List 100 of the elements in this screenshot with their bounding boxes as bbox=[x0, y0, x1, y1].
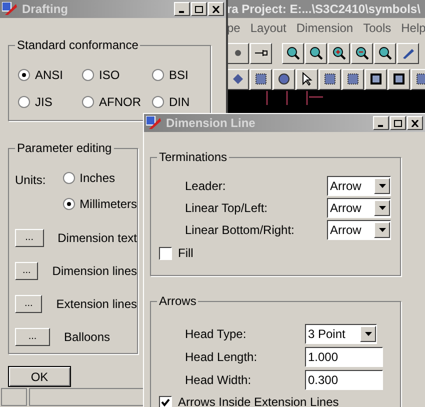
radio-button[interactable] bbox=[62, 172, 75, 184]
dropdown[interactable]: Arrow bbox=[327, 198, 391, 218]
group-title: Parameter editing bbox=[15, 141, 114, 155]
group-title: Arrows bbox=[157, 294, 198, 308]
checkbox-label: Arrows Inside Extension Lines bbox=[178, 394, 339, 407]
maximize-button[interactable] bbox=[191, 2, 207, 16]
radio-button[interactable] bbox=[62, 198, 75, 210]
menu-item[interactable]: Layout bbox=[250, 19, 286, 37]
radio-label: ANSI bbox=[35, 67, 64, 84]
magnifier-icon bbox=[309, 46, 323, 60]
circle-icon bbox=[277, 72, 291, 86]
close-icon bbox=[411, 120, 419, 126]
toolbar-button[interactable] bbox=[273, 68, 295, 90]
dropdown[interactable]: 3 Point bbox=[305, 324, 377, 344]
input-field[interactable]: 0.300 bbox=[305, 370, 383, 390]
radio-button[interactable] bbox=[152, 96, 164, 108]
radio-button[interactable] bbox=[82, 96, 94, 108]
dotted-square-icon bbox=[254, 72, 268, 86]
dropdown[interactable]: Arrow bbox=[327, 220, 391, 240]
toolbar-button[interactable] bbox=[250, 42, 272, 64]
radio-label: Inches bbox=[80, 170, 116, 187]
magnifier-icon bbox=[286, 46, 300, 60]
close-button[interactable] bbox=[407, 116, 423, 130]
zoom-in-icon bbox=[332, 46, 346, 60]
caret-icon bbox=[378, 184, 386, 188]
ok-button[interactable]: OK bbox=[8, 366, 71, 387]
setting-label: Dimension lines bbox=[52, 263, 137, 280]
maximize-icon bbox=[195, 6, 203, 12]
app-icon bbox=[146, 116, 162, 130]
minimize-button[interactable] bbox=[373, 116, 389, 130]
toolbar-button[interactable] bbox=[282, 42, 304, 64]
toolbar-button[interactable] bbox=[328, 42, 350, 64]
toolbar-button[interactable] bbox=[388, 68, 410, 90]
menu-item[interactable]: Help bbox=[401, 19, 425, 37]
maximize-icon bbox=[394, 120, 402, 126]
setting-label: Dimension text bbox=[58, 230, 137, 247]
radio-label: BSI bbox=[169, 67, 188, 84]
field-label: Head Type: bbox=[184, 326, 248, 343]
toolbar-button[interactable] bbox=[365, 68, 387, 90]
units-label: Units: bbox=[15, 172, 47, 189]
zoom-out-icon bbox=[355, 46, 369, 60]
setting-label: Balloons bbox=[64, 329, 110, 346]
caret-icon bbox=[378, 228, 386, 232]
close-icon bbox=[212, 6, 220, 12]
caret-icon bbox=[364, 332, 372, 336]
radio-label: JIS bbox=[35, 94, 52, 111]
group-title: Standard conformance bbox=[15, 38, 140, 52]
radio-button[interactable] bbox=[18, 96, 30, 108]
toolbar-button[interactable] bbox=[296, 68, 318, 90]
caret-icon bbox=[378, 206, 386, 210]
dropdown[interactable]: Arrow bbox=[327, 176, 391, 196]
schematic-drawing bbox=[265, 91, 325, 105]
field-label: Linear Top/Left: bbox=[184, 200, 269, 217]
checkbox-label: Fill bbox=[178, 245, 194, 262]
field-label: Leader: bbox=[184, 178, 227, 195]
toolbar-button[interactable] bbox=[227, 42, 249, 64]
radio-button[interactable] bbox=[18, 69, 30, 81]
ellipsis-button[interactable]: ... bbox=[15, 262, 38, 280]
toolbar-button[interactable] bbox=[305, 42, 327, 64]
setting-label: Extension lines bbox=[56, 296, 137, 313]
dotted-square-icon bbox=[346, 72, 360, 86]
field-label: Head Width: bbox=[184, 372, 252, 389]
minimize-button[interactable] bbox=[174, 2, 190, 16]
toolbar-button[interactable] bbox=[250, 68, 272, 90]
checkbox[interactable] bbox=[159, 396, 172, 407]
dotted-square-icon bbox=[323, 72, 337, 86]
close-button[interactable] bbox=[208, 2, 224, 16]
toolbar-button[interactable] bbox=[351, 42, 373, 64]
menu-item[interactable]: Tools bbox=[363, 19, 392, 37]
pointer-icon bbox=[300, 72, 314, 86]
radio-label: Millimeters bbox=[80, 196, 137, 213]
square-icon bbox=[369, 72, 383, 86]
ellipsis-button[interactable]: ... bbox=[15, 229, 44, 247]
radio-label: AFNOR bbox=[99, 94, 141, 111]
checkbox[interactable] bbox=[159, 246, 172, 260]
input-field[interactable]: 1.000 bbox=[305, 347, 383, 367]
radio-button[interactable] bbox=[82, 69, 94, 81]
toolbar-button[interactable] bbox=[342, 68, 364, 90]
square-icon bbox=[392, 72, 406, 86]
menu-item[interactable]: pe bbox=[227, 19, 240, 37]
app-icon bbox=[2, 2, 18, 16]
toolbar-button[interactable] bbox=[374, 42, 396, 64]
magnifier-icon bbox=[378, 46, 392, 60]
field-label: Linear Bottom/Right: bbox=[184, 222, 296, 239]
pen-icon bbox=[401, 46, 415, 60]
field-label: Head Length: bbox=[184, 349, 258, 366]
ellipsis-button[interactable]: ... bbox=[15, 295, 42, 313]
group-title: Terminations bbox=[157, 150, 230, 164]
shape-icon bbox=[231, 72, 245, 86]
toolbar-button[interactable] bbox=[227, 68, 249, 90]
toolbar-button[interactable] bbox=[319, 68, 341, 90]
radio-label: ISO bbox=[99, 67, 120, 84]
radio-button[interactable] bbox=[152, 69, 164, 81]
ellipsis-button[interactable]: ... bbox=[15, 328, 50, 346]
window-title: Dimension Line bbox=[166, 115, 256, 132]
menu-item[interactable]: Dimension bbox=[296, 19, 354, 37]
maximize-button[interactable] bbox=[390, 116, 406, 130]
radio-label: DIN bbox=[169, 94, 190, 111]
toolbar-button[interactable] bbox=[397, 42, 419, 64]
window-title: Drafting bbox=[22, 1, 69, 18]
